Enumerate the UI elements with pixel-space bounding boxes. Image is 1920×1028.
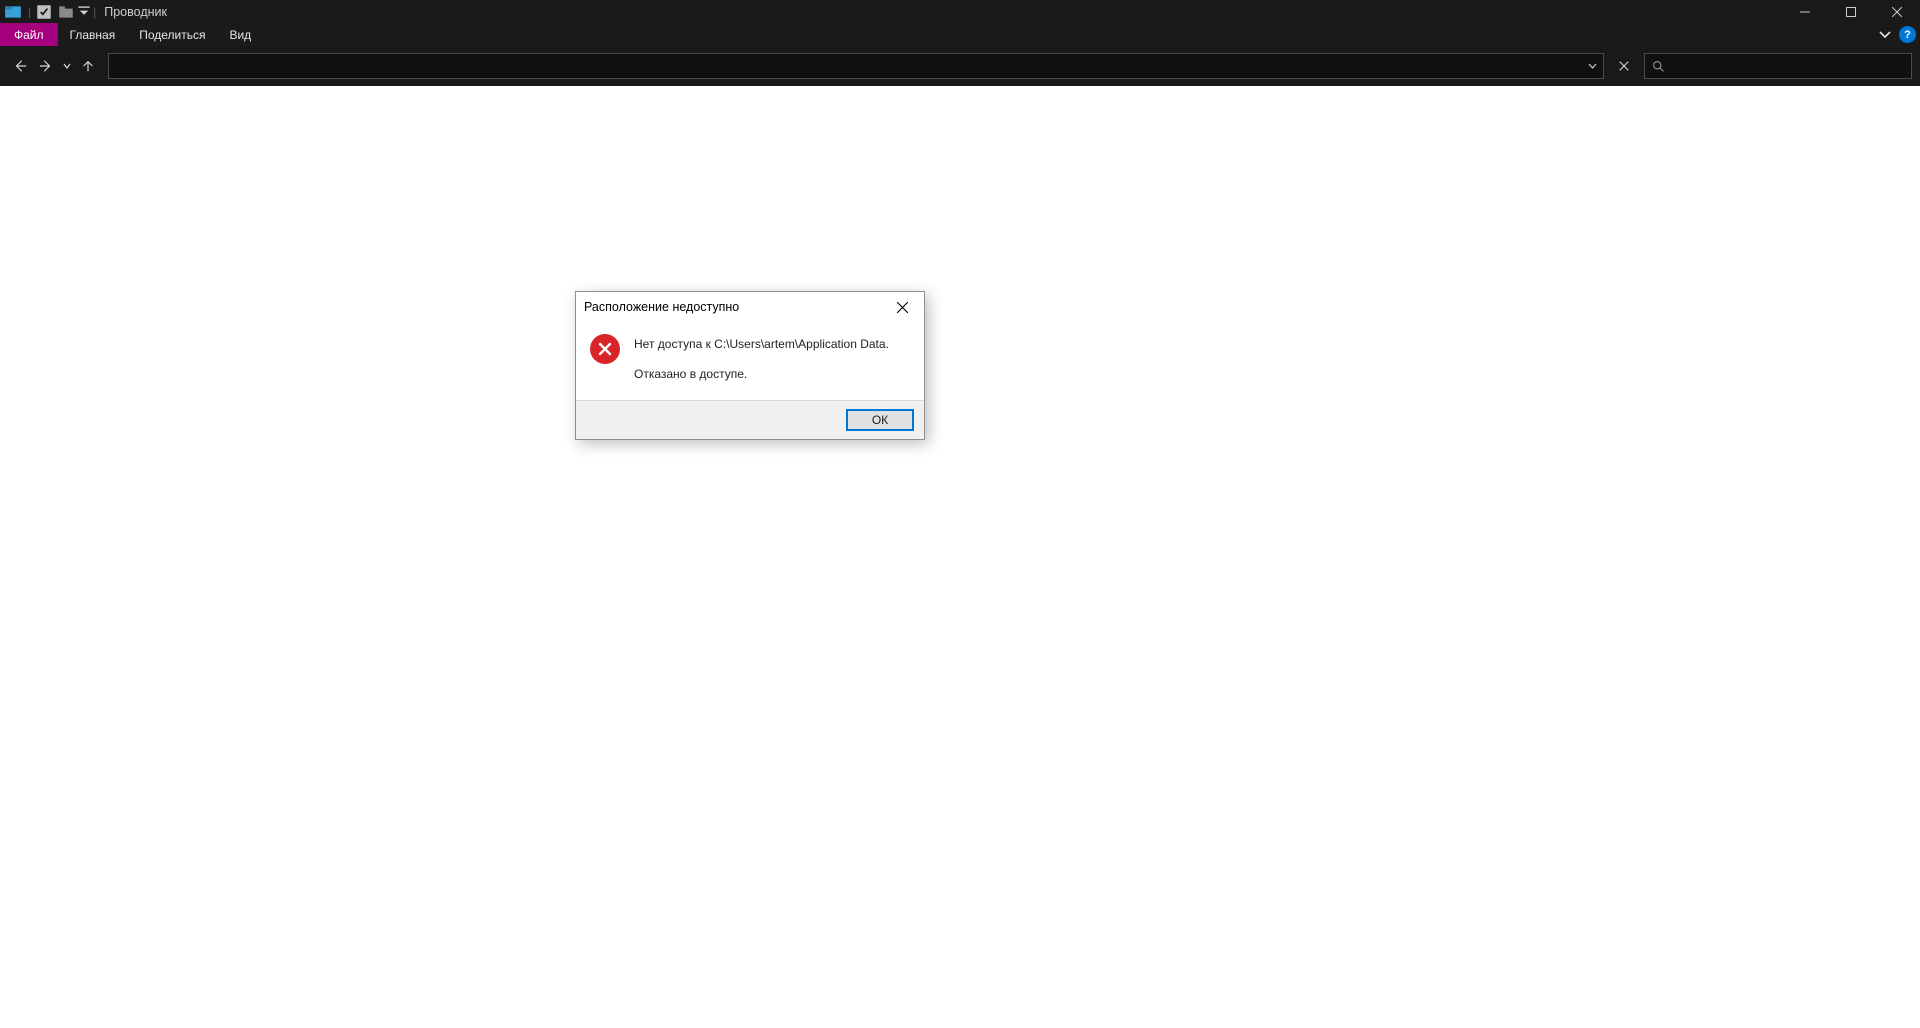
help-icon: ? [1904,29,1911,41]
ribbon-collapse-icon[interactable] [1875,25,1895,45]
qat-dropdown-icon[interactable] [77,3,91,21]
tab-home[interactable]: Главная [58,23,128,46]
address-dropdown-icon[interactable] [1581,54,1603,78]
search-input[interactable] [1671,59,1911,73]
title-bar-left: | | Проводник [0,0,167,23]
search-icon [1645,60,1671,73]
navigation-bar [0,46,1920,86]
minimize-button[interactable] [1782,0,1828,23]
titlebar-separator-2: | [93,5,96,19]
app-icon [4,3,22,21]
window-controls [1782,0,1920,23]
help-button[interactable]: ? [1899,26,1916,43]
error-icon [590,334,620,364]
qat-properties-icon[interactable] [35,3,53,21]
dialog-text: Нет доступа к C:\Users\artem\Application… [634,334,889,382]
nav-back-button[interactable] [8,52,32,80]
nav-forward-button[interactable] [34,52,58,80]
dialog-close-button[interactable] [888,295,916,319]
refresh-button[interactable] [1612,53,1636,79]
dialog-titlebar[interactable]: Расположение недоступно [576,292,924,322]
dialog-body: Нет доступа к C:\Users\artem\Application… [576,322,924,400]
dialog-message-2: Отказано в доступе. [634,366,889,382]
close-button[interactable] [1874,0,1920,23]
tab-view[interactable]: Вид [217,23,263,46]
search-box[interactable] [1644,53,1912,79]
content-area [0,86,1920,1028]
error-dialog: Расположение недоступно Нет доступа к C:… [575,291,925,440]
title-bar: | | Проводник [0,0,1920,23]
address-input[interactable] [109,59,1581,73]
dialog-ok-button[interactable]: ОК [846,409,914,431]
qat-newfolder-icon[interactable] [57,3,75,21]
window-title: Проводник [104,5,167,19]
maximize-button[interactable] [1828,0,1874,23]
tab-file[interactable]: Файл [0,23,58,46]
tab-share[interactable]: Поделиться [127,23,217,46]
dialog-footer: ОК [576,400,924,439]
ribbon-right: ? [1875,23,1916,46]
nav-up-button[interactable] [76,52,100,80]
nav-history-dropdown[interactable] [60,52,74,80]
address-bar[interactable] [108,53,1604,79]
ribbon-tabs: Файл Главная Поделиться Вид ? [0,23,1920,46]
dialog-title: Расположение недоступно [584,300,739,314]
titlebar-separator: | [28,5,31,19]
dialog-message-1: Нет доступа к C:\Users\artem\Application… [634,336,889,352]
